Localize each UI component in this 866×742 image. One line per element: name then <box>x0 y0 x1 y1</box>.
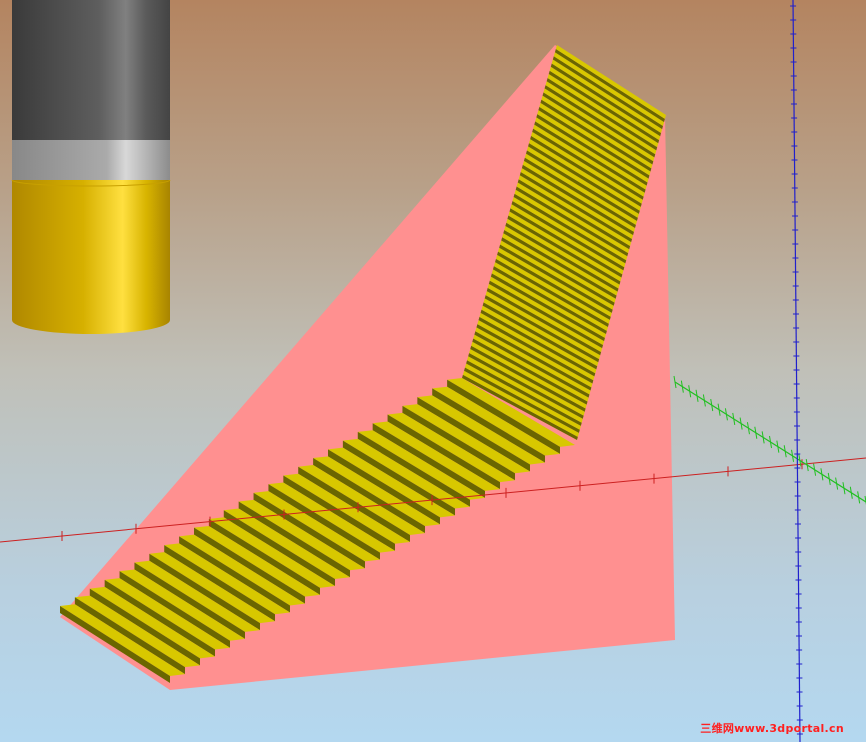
3d-viewport[interactable]: 三维网www.3dportal.cn <box>0 0 866 742</box>
cylinder-band <box>12 140 170 180</box>
cylinder-upper-body <box>12 0 170 140</box>
cylinder-gold-base <box>12 180 170 334</box>
z-axis <box>792 0 801 742</box>
scene-canvas[interactable] <box>0 0 866 742</box>
cylinder-model[interactable] <box>11 0 171 334</box>
z-axis-ticks <box>790 5 803 735</box>
y-axis-ticks <box>673 375 866 506</box>
watermark-text: 三维网www.3dportal.cn <box>700 722 844 735</box>
